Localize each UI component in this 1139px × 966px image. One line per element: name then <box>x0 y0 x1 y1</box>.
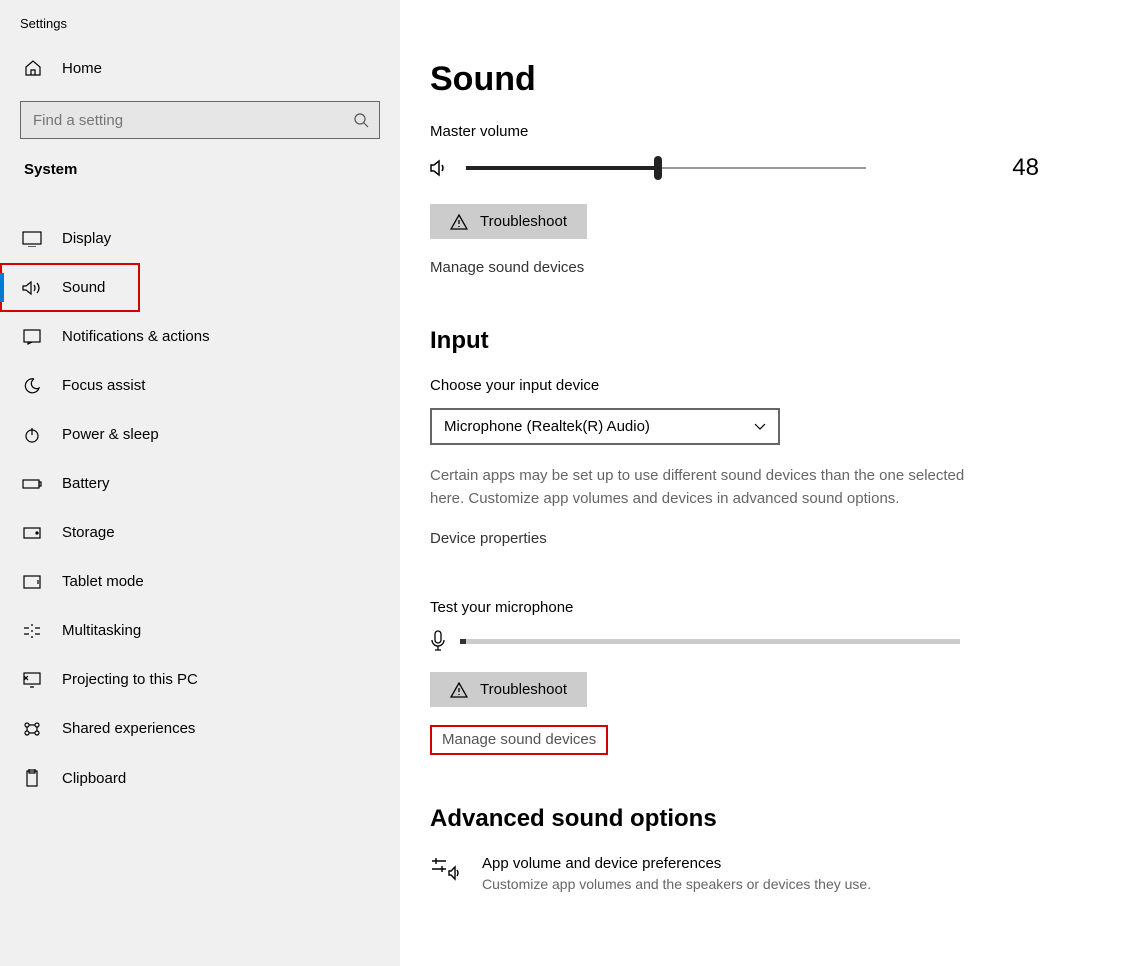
device-properties-link[interactable]: Device properties <box>430 530 547 547</box>
nav-label: Power & sleep <box>62 426 159 443</box>
app-title: Settings <box>0 0 400 45</box>
home-icon <box>24 59 42 77</box>
nav-label: Projecting to this PC <box>62 671 198 688</box>
sidebar-item-storage[interactable]: Storage <box>0 508 400 557</box>
speaker-icon[interactable] <box>430 158 452 178</box>
main-content: Sound Master volume 48 Troubleshoot Mana… <box>400 0 1139 966</box>
button-label: Troubleshoot <box>480 213 567 230</box>
category-title: System <box>0 153 400 192</box>
troubleshoot-output-button[interactable]: Troubleshoot <box>430 204 587 239</box>
sidebar: Settings Home System Display Sound Notif… <box>0 0 400 966</box>
app-volume-title: App volume and device preferences <box>482 855 871 872</box>
multitask-icon <box>22 624 42 638</box>
sidebar-item-focus-assist[interactable]: Focus assist <box>0 361 400 410</box>
battery-icon <box>22 478 42 490</box>
nav-label: Focus assist <box>62 377 145 394</box>
search-field[interactable] <box>33 112 353 129</box>
master-volume-label: Master volume <box>430 123 1099 140</box>
chevron-down-icon <box>754 423 766 431</box>
manage-sound-devices-input-link[interactable]: Manage sound devices <box>430 725 608 755</box>
project-icon <box>22 672 42 688</box>
storage-icon <box>22 527 42 539</box>
nav-label: Clipboard <box>62 770 126 787</box>
warning-icon <box>450 682 468 698</box>
home-label: Home <box>62 60 102 77</box>
search-icon <box>353 112 369 128</box>
volume-value: 48 <box>1012 154 1099 182</box>
nav-label: Storage <box>62 524 115 541</box>
sidebar-item-clipboard[interactable]: Clipboard <box>0 753 400 803</box>
tablet-icon <box>22 575 42 589</box>
mic-test-row <box>430 630 1099 652</box>
speaker-icon <box>22 280 42 296</box>
volume-row: 48 <box>430 154 1099 182</box>
nav-label: Multitasking <box>62 622 141 639</box>
sidebar-item-shared-experiences[interactable]: Shared experiences <box>0 704 400 753</box>
sidebar-item-notifications[interactable]: Notifications & actions <box>0 312 400 361</box>
search-input[interactable] <box>20 101 380 139</box>
advanced-heading: Advanced sound options <box>430 805 1099 833</box>
button-label: Troubleshoot <box>480 681 567 698</box>
warning-icon <box>450 214 468 230</box>
sidebar-item-projecting[interactable]: Projecting to this PC <box>0 655 400 704</box>
choose-input-label: Choose your input device <box>430 377 1099 394</box>
sidebar-item-power-sleep[interactable]: Power & sleep <box>0 410 400 459</box>
input-info-text: Certain apps may be set up to use differ… <box>430 465 990 510</box>
moon-icon <box>22 378 42 394</box>
microphone-icon <box>430 630 446 652</box>
sidebar-item-multitasking[interactable]: Multitasking <box>0 606 400 655</box>
dropdown-value: Microphone (Realtek(R) Audio) <box>444 418 650 435</box>
nav-label: Tablet mode <box>62 573 144 590</box>
sidebar-item-sound[interactable]: Sound <box>0 263 140 312</box>
clipboard-icon <box>22 769 42 787</box>
sidebar-item-battery[interactable]: Battery <box>0 459 400 508</box>
input-heading: Input <box>430 327 1099 355</box>
nav-label: Battery <box>62 475 110 492</box>
nav-label: Sound <box>62 279 105 296</box>
share-icon <box>22 721 42 737</box>
test-mic-label: Test your microphone <box>430 599 1099 616</box>
nav-label: Shared experiences <box>62 720 195 737</box>
mixer-icon <box>430 855 460 881</box>
nav-label: Display <box>62 230 111 247</box>
volume-slider[interactable] <box>466 166 866 170</box>
sidebar-item-display[interactable]: Display <box>0 214 400 263</box>
home-nav[interactable]: Home <box>0 45 400 91</box>
app-volume-desc: Customize app volumes and the speakers o… <box>482 876 871 892</box>
manage-sound-devices-link[interactable]: Manage sound devices <box>430 259 584 276</box>
power-icon <box>22 427 42 443</box>
notification-icon <box>22 329 42 345</box>
mic-level-bar <box>460 639 960 644</box>
input-device-dropdown[interactable]: Microphone (Realtek(R) Audio) <box>430 408 780 445</box>
nav-list: Display Sound Notifications & actions Fo… <box>0 214 400 803</box>
page-title: Sound <box>430 60 1099 99</box>
monitor-icon <box>22 231 42 247</box>
app-volume-preferences[interactable]: App volume and device preferences Custom… <box>430 855 1099 892</box>
sidebar-item-tablet-mode[interactable]: Tablet mode <box>0 557 400 606</box>
nav-label: Notifications & actions <box>62 328 210 345</box>
troubleshoot-input-button[interactable]: Troubleshoot <box>430 672 587 707</box>
